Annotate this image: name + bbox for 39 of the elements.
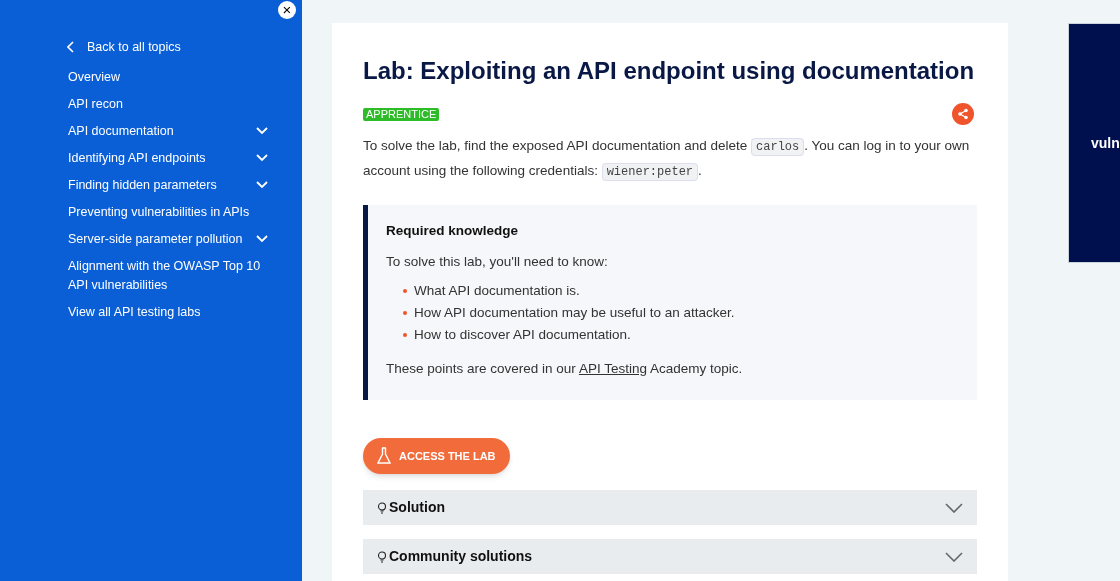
sidebar-item[interactable]: API recon	[68, 94, 268, 114]
intro-paragraph: To solve the lab, find the exposed API documentation and delete carlos . You can log in to your own account using the following credentials: wiener:peter .	[363, 137, 971, 183]
bullet-icon	[403, 310, 407, 315]
chevron-down-icon	[256, 153, 268, 162]
panel-text: To solve this lab, you'll need to know:	[386, 253, 609, 272]
accordion-header[interactable]: Solution	[363, 490, 977, 525]
level-label: APPRENTICE	[363, 107, 440, 121]
list-item-text: What API documentation is.	[414, 281, 580, 300]
close-button[interactable]: ×	[278, 1, 296, 19]
sidebar-item[interactable]: Alignment with the OWASP Top 10 API vulnerabilities	[68, 256, 268, 295]
access-lab-button[interactable]: ACCESS THE LAB	[363, 438, 510, 474]
lightbulb-icon	[377, 501, 387, 514]
sidebar-item[interactable]: Preventing vulnerabilities in APIs	[68, 202, 268, 222]
panel-heading: Required knowledge	[386, 222, 520, 240]
back-link[interactable]: Back to all topics	[67, 38, 268, 57]
sidebar-item[interactable]: API documentation	[68, 121, 268, 141]
list-item-text: How API documentation may be useful to an attacker.	[414, 303, 735, 322]
panel-text: These points are covered in our API Testing Academy topic.	[386, 359, 744, 378]
sidebar-item[interactable]: Finding hidden parameters	[68, 175, 268, 195]
flask-icon	[377, 447, 391, 465]
back-icon	[67, 41, 75, 54]
chevron-down-icon	[256, 126, 268, 135]
share-icon[interactable]	[952, 103, 974, 125]
promo-text: vuln	[1091, 133, 1120, 153]
sidebar-item[interactable]: Identifying API endpoints	[68, 148, 268, 168]
accordion-header[interactable]: Community solutions	[363, 539, 977, 574]
sidebar-item[interactable]: Overview	[68, 67, 268, 87]
sidebar-item[interactable]: Server-side parameter pollution	[68, 229, 268, 249]
bullet-icon	[403, 288, 407, 293]
topic-link[interactable]: API Testing	[578, 360, 647, 376]
page-title: Lab: Exploiting an API endpoint using documentation	[363, 56, 976, 86]
chevron-down-icon	[256, 234, 268, 243]
sidebar-item[interactable]: View all API testing labs	[68, 302, 268, 322]
chevron-down-icon	[945, 502, 963, 513]
chevron-down-icon	[945, 551, 963, 562]
list-item-text: How to discover API documentation.	[414, 325, 631, 344]
lightbulb-icon	[377, 550, 387, 563]
bullet-icon	[403, 332, 407, 337]
chevron-down-icon	[256, 180, 268, 189]
